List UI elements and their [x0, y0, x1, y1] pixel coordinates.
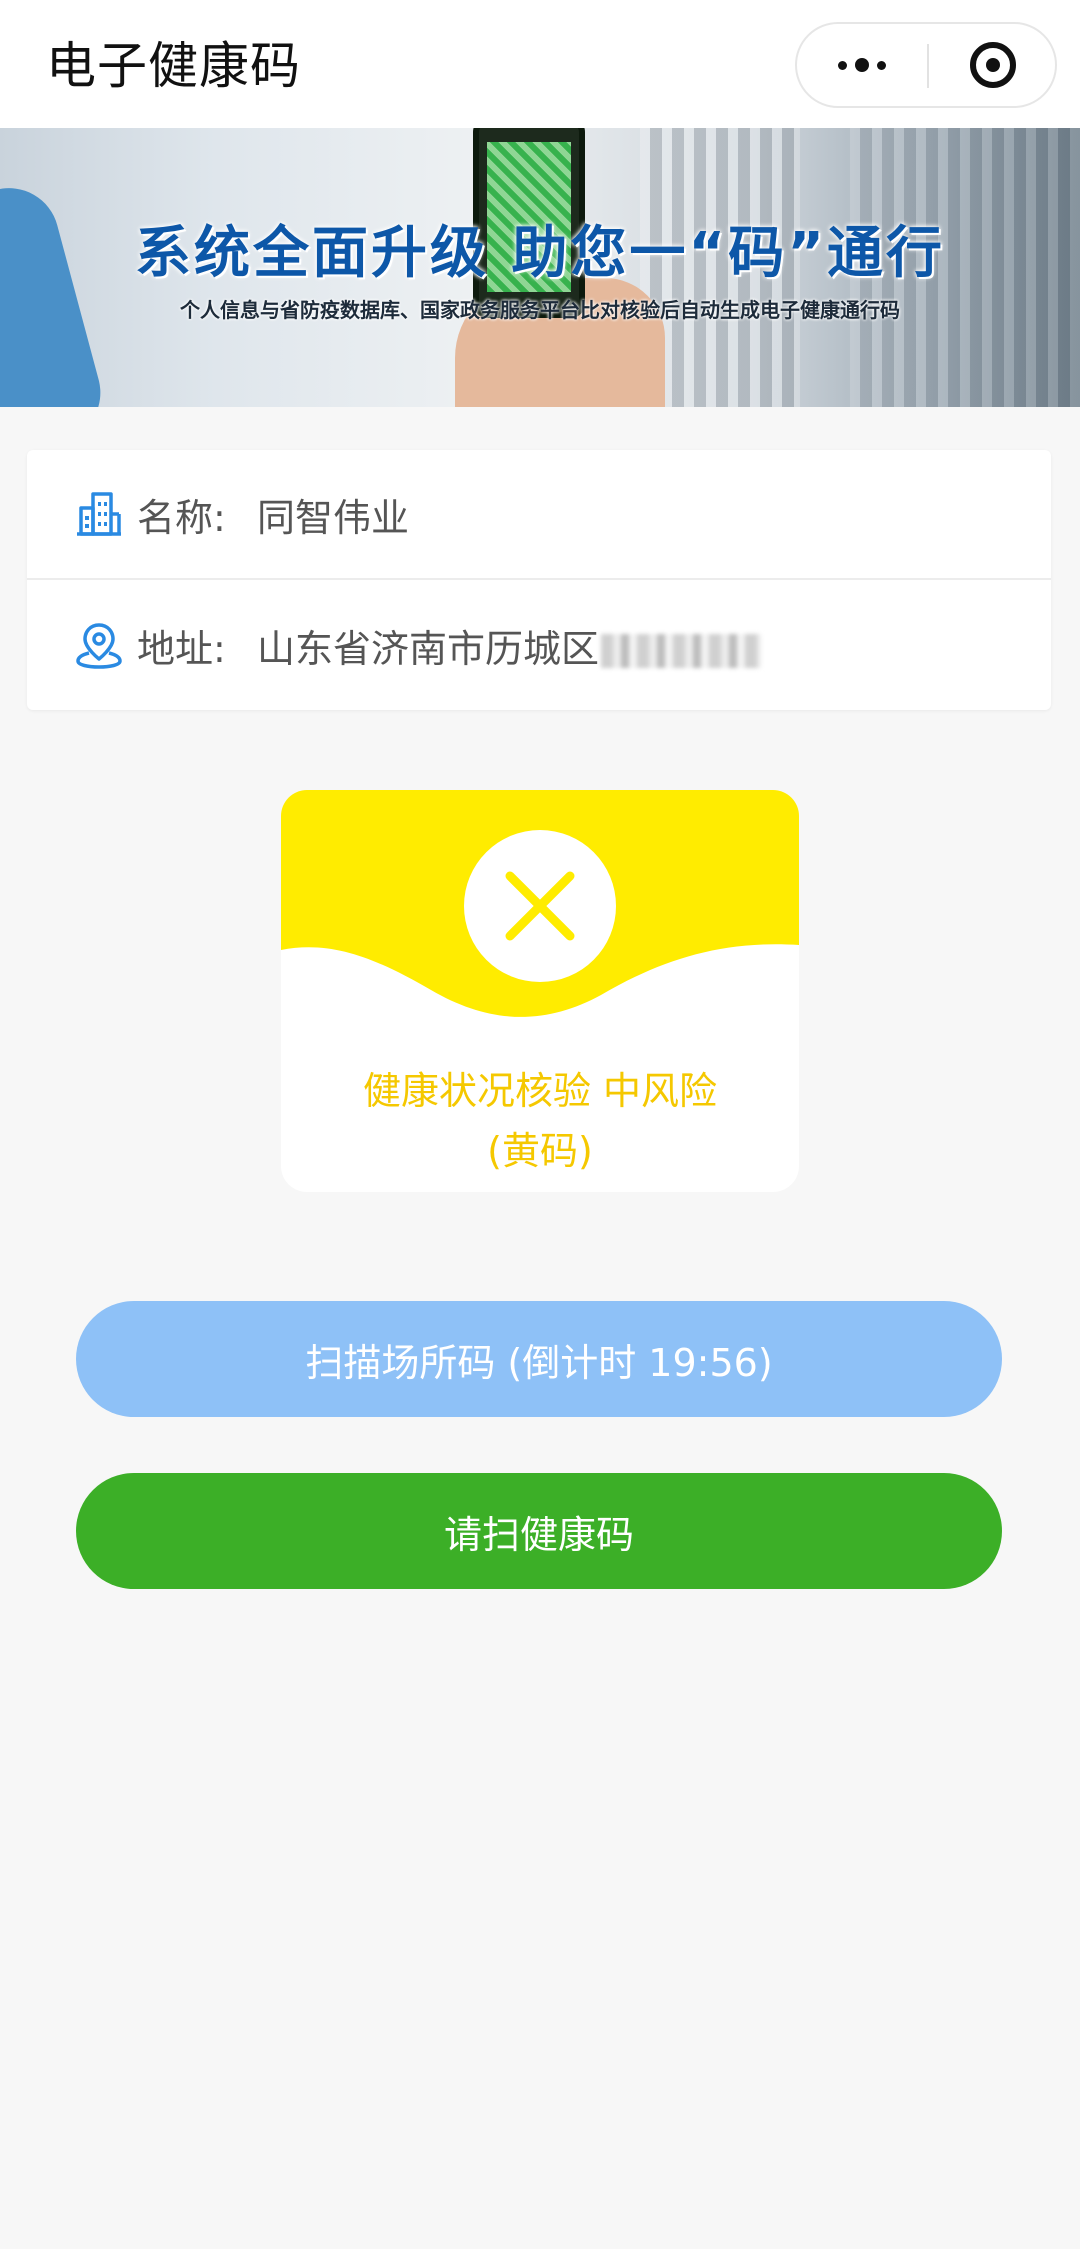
- x-mark-icon: [505, 871, 575, 941]
- venue-address-label: 地址:: [137, 626, 226, 671]
- promo-banner: 系统全面升级 助您一“码”通行 个人信息与省防疫数据库、国家政务服务平台比对核验…: [0, 128, 1080, 407]
- address-text: 山东省济南市历城区: [257, 626, 600, 671]
- capsule-menu: [795, 22, 1057, 108]
- target-close-icon: [970, 42, 1016, 88]
- target-dot: [986, 58, 1000, 72]
- more-dot-center: [855, 58, 869, 72]
- status-code-color: (黄码): [487, 1129, 593, 1173]
- venue-name-value: 同智伟业: [257, 495, 410, 540]
- banner-subtitle: 个人信息与省防疫数据库、国家政务服务平台比对核验后自动生成电子健康通行码: [180, 298, 900, 322]
- status-text: 健康状况核验 中风险: [362, 1069, 718, 1113]
- location-pin-icon: [76, 623, 122, 669]
- scan-place-code-button[interactable]: 扫描场所码 (倒计时 19:56): [76, 1301, 1002, 1417]
- banner-headline: 系统全面升级 助您一“码”通行: [134, 221, 946, 286]
- building-icon: [77, 492, 121, 536]
- venue-name-label: 名称:: [137, 495, 226, 540]
- more-dot-right: [877, 60, 886, 70]
- close-button[interactable]: [929, 24, 1057, 106]
- venue-name-row: 名称: 同智伟业: [27, 450, 1051, 580]
- more-button[interactable]: [797, 24, 927, 106]
- venue-address-value: 山东省济南市历城区: [257, 618, 762, 673]
- venue-info-card: 名称: 同智伟业 地址: 山东省济南市历城区: [27, 450, 1051, 710]
- page-title: 电子健康码: [46, 37, 301, 95]
- health-status-card: 健康状况核验 中风险 (黄码): [281, 790, 799, 1192]
- status-circle: [464, 830, 616, 982]
- mini-program-header: 电子健康码: [0, 0, 1080, 128]
- venue-address-row: 地址: 山东省济南市历城区: [27, 580, 1051, 710]
- app-root: 电子健康码 系统全面升级 助您一“码”通行 个人信息与省防疫数据库、国家政务服务…: [0, 0, 1080, 2249]
- redacted-address-blur: [601, 634, 762, 668]
- scan-health-code-button[interactable]: 请扫健康码: [76, 1473, 1002, 1589]
- more-dots-icon: [838, 60, 847, 70]
